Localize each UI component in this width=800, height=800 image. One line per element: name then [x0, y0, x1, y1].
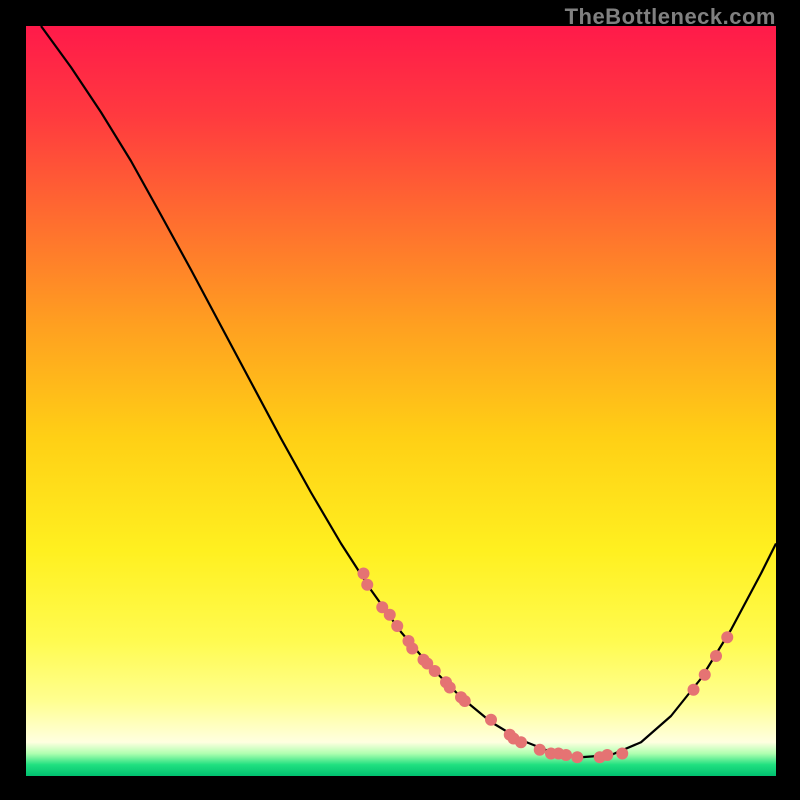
- data-point: [406, 643, 418, 655]
- chart-plot-area: [26, 26, 776, 776]
- data-point: [391, 620, 403, 632]
- data-point: [560, 749, 572, 761]
- data-point: [485, 714, 497, 726]
- data-point: [688, 684, 700, 696]
- data-point: [358, 568, 370, 580]
- data-point: [710, 650, 722, 662]
- data-point: [384, 609, 396, 621]
- data-point: [616, 748, 628, 760]
- data-point: [515, 736, 527, 748]
- data-point: [699, 669, 711, 681]
- data-point: [444, 682, 456, 694]
- data-point: [721, 631, 733, 643]
- data-point: [601, 749, 613, 761]
- data-point: [429, 665, 441, 677]
- data-point: [571, 751, 583, 763]
- data-point: [534, 744, 546, 756]
- data-point: [459, 695, 471, 707]
- data-point: [361, 579, 373, 591]
- gradient-background: [26, 26, 776, 776]
- chart-svg: [26, 26, 776, 776]
